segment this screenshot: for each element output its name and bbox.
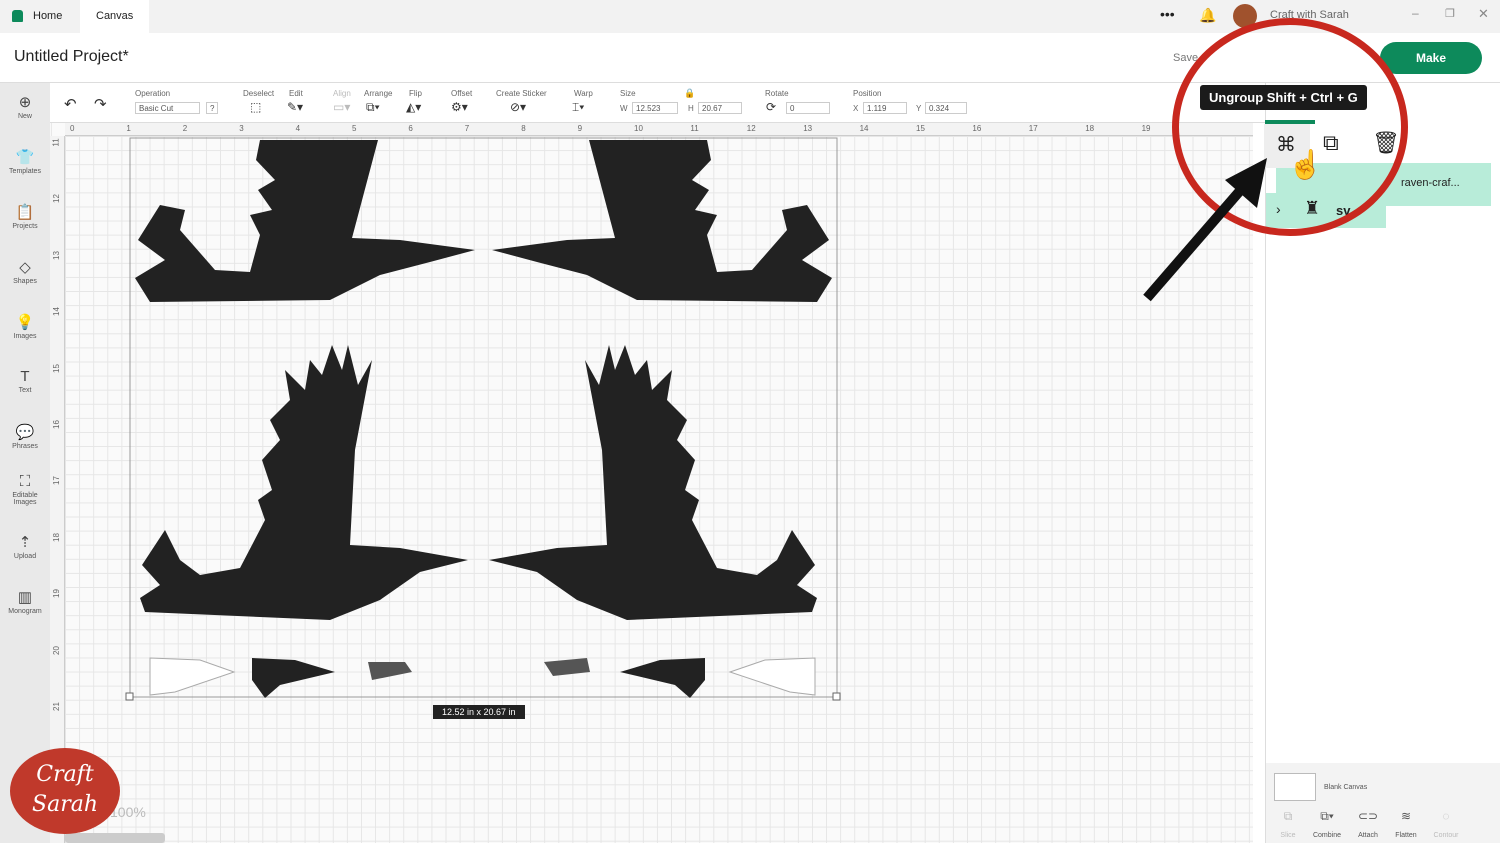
contour-icon: ◌ [1442,809,1450,823]
beak-piece[interactable] [368,662,412,680]
attach-icon[interactable]: ⊂⊃ [1348,809,1388,823]
ungroup-tooltip: Ungroup Shift + Ctrl + G [1200,85,1367,110]
minimize-icon[interactable]: – [1412,6,1419,20]
blank-canvas-label: Blank Canvas [1324,784,1368,791]
slice-button: Slice [1280,832,1296,839]
craft-with-sarah-logo: Craft Sarah [10,748,120,834]
flatten-button[interactable]: Flatten [1386,832,1426,839]
head-piece-white[interactable] [728,657,816,696]
combine-button[interactable]: Combine [1307,832,1347,839]
raven-top-left[interactable] [135,140,475,302]
make-button[interactable]: Make [1380,42,1482,74]
canvas-swatch [1274,773,1316,801]
layer-group-name: raven-craf... [1401,177,1460,189]
horizontal-scrollbar[interactable] [65,833,165,843]
dimensions-label: 12.52 in x 20.67 in [433,705,525,719]
bottom-actions: ⧉ Slice ⧉▾ Combine ⊂⊃ Attach ≋ Flatten ◌… [1266,803,1500,843]
resize-handle[interactable] [125,692,134,701]
close-icon[interactable]: ✕ [1478,6,1489,22]
blank-canvas-row[interactable]: Blank Canvas [1266,763,1500,803]
contour-button: Contour [1433,832,1459,839]
flatten-icon[interactable]: ≋ [1386,809,1426,823]
combine-icon[interactable]: ⧉▾ [1307,809,1347,824]
raven-bottom-left[interactable] [140,345,468,620]
resize-handle[interactable] [832,692,841,701]
ravens-artwork[interactable] [0,0,1260,843]
arrow-pointer-icon [1143,158,1267,302]
head-piece-black[interactable] [252,658,335,698]
head-piece-white[interactable] [149,657,236,696]
slice-icon: ⧉ [1283,809,1293,823]
restore-icon[interactable]: ❐ [1445,7,1455,20]
raven-bottom-right[interactable] [489,345,817,620]
attach-button[interactable]: Attach [1348,832,1388,839]
raven-top-right[interactable] [492,140,832,302]
head-piece-black[interactable] [620,658,705,698]
beak-piece[interactable] [544,658,590,676]
